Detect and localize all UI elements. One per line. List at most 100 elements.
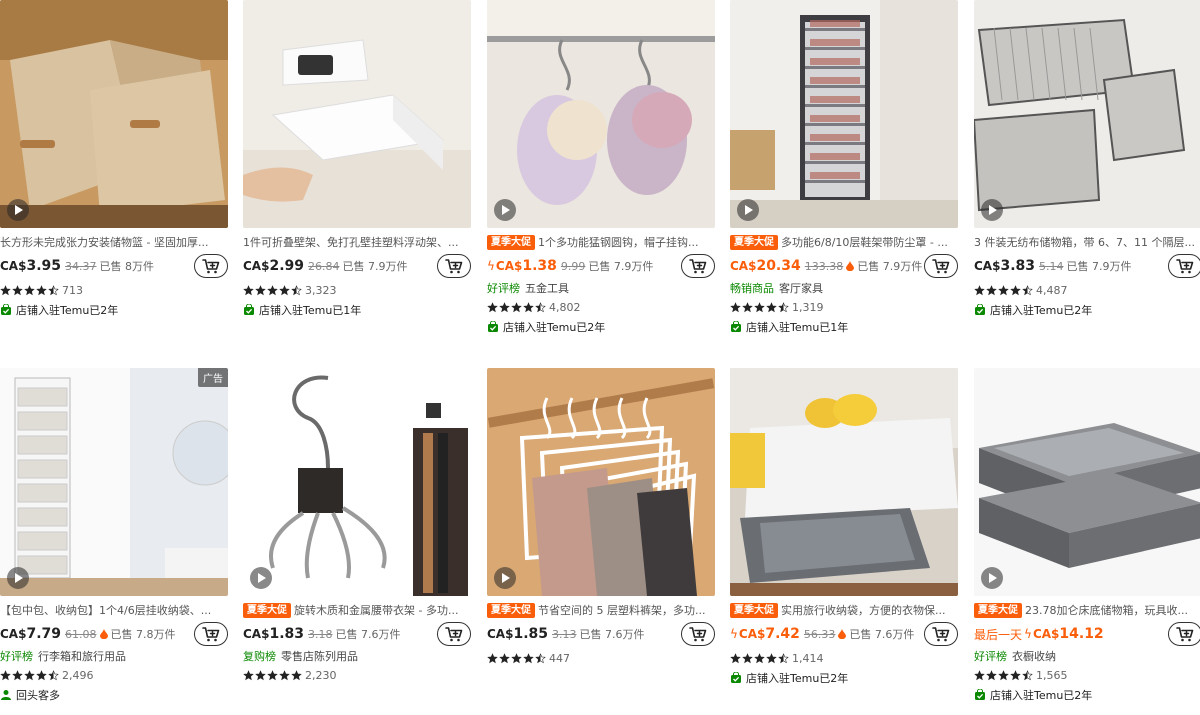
product-image[interactable] [974, 368, 1200, 596]
star-icon [1022, 284, 1033, 295]
add-to-cart-button[interactable] [681, 622, 715, 646]
ranking-tag-row[interactable]: 复购榜 零售店陈列用品 [243, 648, 471, 665]
price-row: CA$3.83 5.14 已售 7.9万件 [974, 252, 1200, 280]
star-icon [778, 301, 789, 312]
product-title[interactable]: 旋转木质和金属腰带衣架 - 多功... [294, 604, 458, 617]
product-price: CA$7.42 [738, 626, 800, 642]
product-image[interactable] [487, 0, 715, 228]
product-title[interactable]: 1个多功能猛钢圆钩，帽子挂钩... [538, 236, 699, 249]
product-title[interactable]: 节省空间的 5 层塑料裤架，多功... [538, 604, 705, 617]
store-text: 店铺入驻Temu已2年 [746, 672, 849, 685]
price-row: 最后一天 ϟ CA$14.12 [974, 620, 1200, 648]
sold-count: 已售 7.9万件 [342, 260, 408, 273]
product-image[interactable] [0, 0, 228, 228]
add-to-cart-button[interactable] [1168, 622, 1200, 646]
product-card[interactable]: 长方形未完成张力安装储物篮 - 坚固加厚... CA$3.95 34.37 已售… [0, 0, 228, 320]
product-image[interactable] [243, 368, 471, 596]
product-card[interactable]: 夏季大促 实用旅行收纳袋，方便的衣物保... ϟ CA$7.42 56.33 已售… [730, 368, 958, 688]
ranking-tag-row[interactable]: 畅销商品 客厅家具 [730, 280, 958, 297]
product-title-row[interactable]: 3 件装无纺布储物箱，带 6、7、11 个隔层... [974, 235, 1200, 250]
play-video-icon[interactable] [494, 199, 516, 221]
ranking-category[interactable]: 客厅家具 [779, 282, 823, 295]
product-title[interactable]: 【包中包、收纳包】1个4/6层挂收纳袋、... [0, 604, 211, 617]
play-video-icon[interactable] [7, 199, 29, 221]
ranking-tag-row[interactable]: 好评榜 五金工具 [487, 280, 715, 297]
review-count: 2,496 [62, 668, 94, 682]
original-price: 3.18 [308, 627, 333, 641]
product-title-row[interactable]: 夏季大促 实用旅行收纳袋，方便的衣物保... [730, 603, 958, 618]
product-card[interactable]: 夏季大促 旋转木质和金属腰带衣架 - 多功... CA$1.83 3.18 已售 … [243, 368, 471, 685]
add-to-cart-button[interactable] [681, 254, 715, 278]
product-title-row[interactable]: 夏季大促 23.78加仑床底储物箱，玩具收... [974, 603, 1200, 618]
product-image[interactable] [730, 368, 958, 596]
product-title[interactable]: 3 件装无纺布储物箱，带 6、7、11 个隔层... [974, 236, 1195, 249]
product-title[interactable]: 多功能6/8/10层鞋架带防尘罩 - ... [781, 236, 948, 249]
add-to-cart-button[interactable] [194, 622, 228, 646]
product-title[interactable]: 23.78加仑床底储物箱，玩具收... [1025, 604, 1188, 617]
play-video-icon[interactable] [981, 567, 1003, 589]
original-price: 34.37 [65, 259, 97, 273]
product-card[interactable]: 3 件装无纺布储物箱，带 6、7、11 个隔层... CA$3.83 5.14 … [974, 0, 1200, 320]
ranking-tag-row[interactable]: 好评榜 衣橱收纳 [974, 648, 1200, 665]
play-video-icon[interactable] [494, 567, 516, 589]
ranking-category[interactable]: 行李箱和旅行用品 [38, 650, 126, 663]
product-card[interactable]: 1件可折叠壁架、免打孔壁挂塑料浮动架、... CA$2.99 26.84 已售 … [243, 0, 471, 320]
ranking-label[interactable]: 复购榜 [243, 650, 276, 663]
product-card[interactable]: 夏季大促 多功能6/8/10层鞋架带防尘罩 - ... CA$20.34 133.… [730, 0, 958, 337]
ad-badge: 广告 [198, 368, 228, 387]
product-image[interactable] [487, 368, 715, 596]
add-to-cart-button[interactable] [437, 622, 471, 646]
product-photo [243, 0, 471, 228]
product-card[interactable]: 夏季大促 1个多功能猛钢圆钩，帽子挂钩... ϟ CA$1.38 9.99 已售 … [487, 0, 715, 337]
star-icon [267, 284, 278, 295]
ranking-category[interactable]: 衣橱收纳 [1012, 650, 1056, 663]
flash-sale-icon: ϟ [1024, 627, 1032, 641]
product-title-row[interactable]: 夏季大促 节省空间的 5 层塑料裤架，多功... [487, 603, 715, 618]
cart-plus-icon [932, 627, 950, 642]
add-to-cart-button[interactable] [437, 254, 471, 278]
ranking-label[interactable]: 畅销商品 [730, 282, 774, 295]
add-to-cart-button[interactable] [924, 622, 958, 646]
product-title-row[interactable]: 夏季大促 1个多功能猛钢圆钩，帽子挂钩... [487, 235, 715, 250]
rating-row: 713 [0, 280, 228, 300]
product-title-row[interactable]: 1件可折叠壁架、免打孔壁挂塑料浮动架、... [243, 235, 471, 250]
add-to-cart-button[interactable] [1168, 254, 1200, 278]
add-to-cart-button[interactable] [924, 254, 958, 278]
product-image[interactable]: 广告 [0, 368, 228, 596]
product-image[interactable] [730, 0, 958, 228]
star-icon [48, 669, 59, 680]
product-card[interactable]: 广告 【包中包、收纳包】1个4/6层挂收纳袋、... CA$7.79 61.08… [0, 368, 228, 705]
product-image[interactable] [243, 0, 471, 228]
sold-count: 已售 7.6万件 [579, 628, 645, 641]
play-video-icon[interactable] [7, 567, 29, 589]
play-video-icon[interactable] [250, 567, 272, 589]
store-info: 店铺入驻Temu已2年 [487, 317, 715, 337]
product-title[interactable]: 实用旅行收纳袋，方便的衣物保... [781, 604, 946, 617]
ranking-label[interactable]: 好评榜 [0, 650, 33, 663]
product-title[interactable]: 长方形未完成张力安装储物篮 - 坚固加厚... [0, 236, 208, 249]
store-text: 店铺入驻Temu已2年 [16, 304, 119, 317]
star-icon [523, 652, 534, 663]
product-title-row[interactable]: 【包中包、收纳包】1个4/6层挂收纳袋、... [0, 603, 228, 618]
product-title-row[interactable]: 长方形未完成张力安装储物篮 - 坚固加厚... [0, 235, 228, 250]
cart-plus-icon [1176, 259, 1194, 274]
add-to-cart-button[interactable] [194, 254, 228, 278]
star-icon [511, 301, 522, 312]
product-image[interactable] [974, 0, 1200, 228]
store-badge-icon [1, 304, 11, 315]
play-video-icon[interactable] [981, 199, 1003, 221]
ranking-tag-row[interactable]: 好评榜 行李箱和旅行用品 [0, 648, 228, 665]
rating-row: 1,319 [730, 297, 958, 317]
ranking-category[interactable]: 五金工具 [525, 282, 569, 295]
play-video-icon[interactable] [737, 199, 759, 221]
store-info: 店铺入驻Temu已2年 [974, 685, 1200, 705]
ranking-label[interactable]: 好评榜 [487, 282, 520, 295]
ranking-category[interactable]: 零售店陈列用品 [281, 650, 358, 663]
product-title[interactable]: 1件可折叠壁架、免打孔壁挂塑料浮动架、... [243, 236, 459, 249]
star-icon [1010, 284, 1021, 295]
product-title-row[interactable]: 夏季大促 旋转木质和金属腰带衣架 - 多功... [243, 603, 471, 618]
product-title-row[interactable]: 夏季大促 多功能6/8/10层鞋架带防尘罩 - ... [730, 235, 958, 250]
product-card[interactable]: 夏季大促 23.78加仑床底储物箱，玩具收... 最后一天 ϟ CA$14.12 … [974, 368, 1200, 705]
ranking-label[interactable]: 好评榜 [974, 650, 1007, 663]
product-card[interactable]: 夏季大促 节省空间的 5 层塑料裤架，多功... CA$1.85 3.13 已售 … [487, 368, 715, 668]
